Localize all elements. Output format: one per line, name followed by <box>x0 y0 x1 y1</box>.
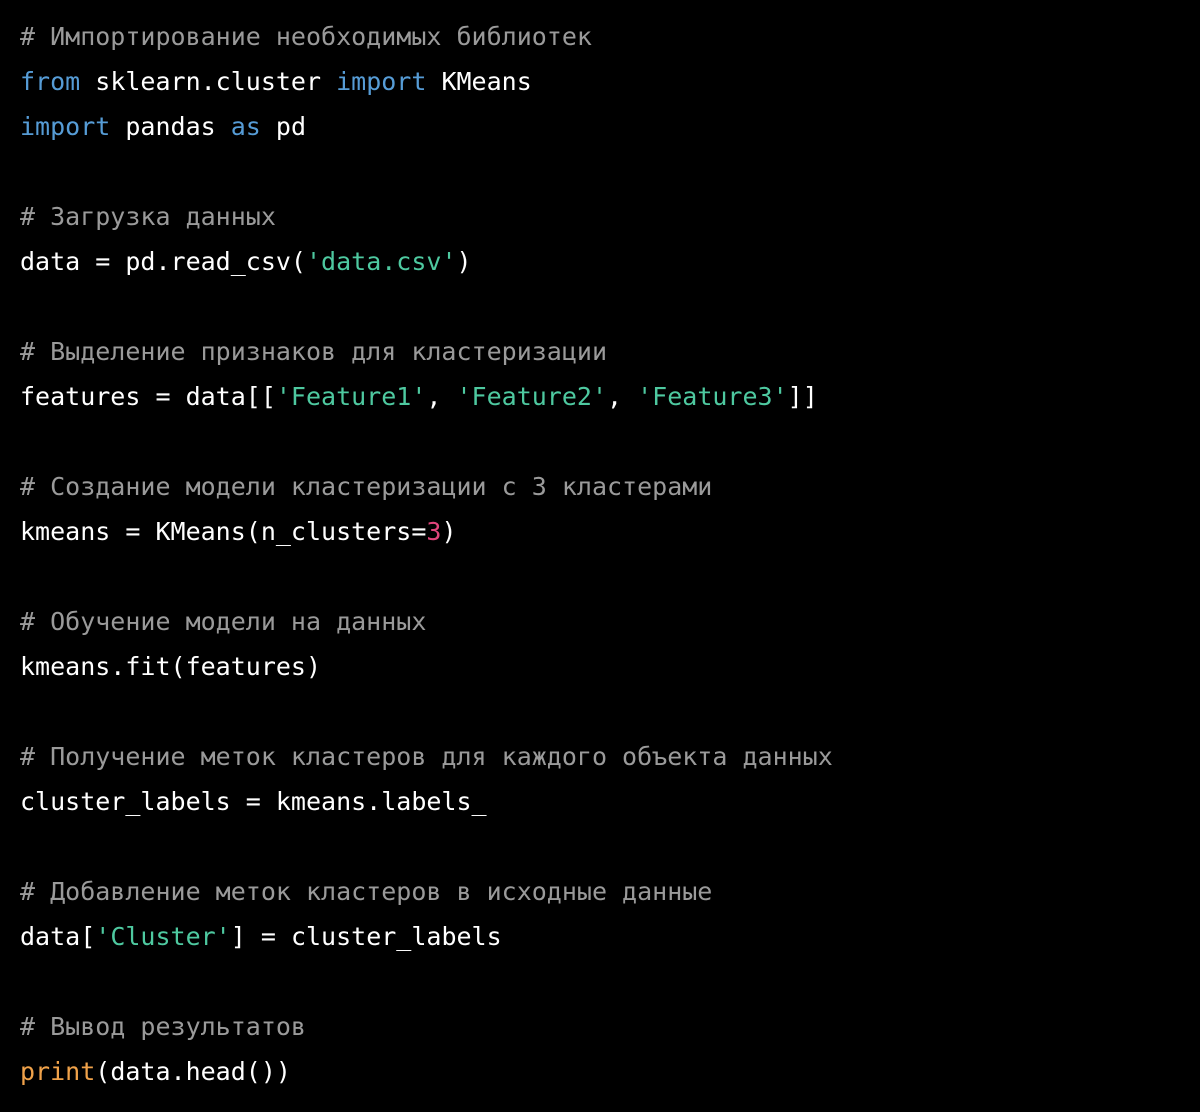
code-block[interactable]: # Импортирование необходимых библиотек fr… <box>20 14 833 1094</box>
code-keyword: as <box>230 112 261 141</box>
code-text: , <box>426 382 457 411</box>
code-keyword: import <box>336 67 427 96</box>
code-text: kmeans = KMeans(n_clusters= <box>20 517 427 546</box>
code-string: 'Feature1' <box>275 382 427 411</box>
code-comment: # Вывод результатов <box>20 1012 306 1041</box>
code-comment: # Импортирование необходимых библиотек <box>20 22 592 51</box>
code-keyword: from <box>20 67 81 96</box>
code-comment: # Получение меток кластеров для каждого … <box>20 742 833 771</box>
code-keyword: import <box>20 112 111 141</box>
code-text: ) <box>441 517 457 546</box>
code-comment: # Создание модели кластеризации с 3 клас… <box>20 472 713 501</box>
code-text: pd <box>260 112 306 141</box>
code-string: 'Feature2' <box>456 382 608 411</box>
code-text: KMeans <box>426 67 532 96</box>
code-text: data[ <box>20 922 96 951</box>
code-comment: # Добавление меток кластеров в исходные … <box>20 877 713 906</box>
code-line: # Вывод результатов <box>20 1004 833 1049</box>
code-line: print(data.head()) <box>20 1049 833 1094</box>
code-text: cluster_labels = kmeans.labels_ <box>20 787 487 816</box>
code-text: ] = cluster_labels <box>230 922 502 951</box>
code-line: kmeans.fit(features) <box>20 644 833 689</box>
code-text: sklearn.cluster <box>80 67 337 96</box>
code-text: features = data[[ <box>20 382 276 411</box>
code-line: from sklearn.cluster import KMeans <box>20 59 833 104</box>
code-comment: # Выделение признаков для кластеризации <box>20 337 607 366</box>
code-comment: # Загрузка данных <box>20 202 276 231</box>
code-line: data = pd.read_csv('data.csv') <box>20 239 833 284</box>
code-text: ) <box>456 247 472 276</box>
code-text: (data.head()) <box>95 1057 291 1086</box>
code-comment: # Обучение модели на данных <box>20 607 427 636</box>
code-line: # Выделение признаков для кластеризации <box>20 329 833 374</box>
code-line: cluster_labels = kmeans.labels_ <box>20 779 833 824</box>
code-line: # Добавление меток кластеров в исходные … <box>20 869 833 914</box>
code-text: , <box>607 382 638 411</box>
code-line: features = data[['Feature1', 'Feature2',… <box>20 374 833 419</box>
code-line: data['Cluster'] = cluster_labels <box>20 914 833 959</box>
code-number: 3 <box>426 517 442 546</box>
code-text: data = pd.read_csv( <box>20 247 306 276</box>
code-text: ]] <box>787 382 818 411</box>
code-line: # Обучение модели на данных <box>20 599 833 644</box>
code-string: 'data.csv' <box>305 247 457 276</box>
code-string: 'Feature3' <box>637 382 788 411</box>
code-line: kmeans = KMeans(n_clusters=3) <box>20 509 833 554</box>
code-line: # Создание модели кластеризации с 3 клас… <box>20 464 833 509</box>
code-builtin: print <box>20 1057 96 1086</box>
code-line: # Импортирование необходимых библиотек <box>20 14 833 59</box>
code-text: pandas <box>110 112 231 141</box>
code-text: kmeans.fit(features) <box>20 652 322 681</box>
code-line: # Загрузка данных <box>20 194 833 239</box>
code-line: import pandas as pd <box>20 104 833 149</box>
code-string: 'Cluster' <box>95 922 231 951</box>
code-line: # Получение меток кластеров для каждого … <box>20 734 833 779</box>
